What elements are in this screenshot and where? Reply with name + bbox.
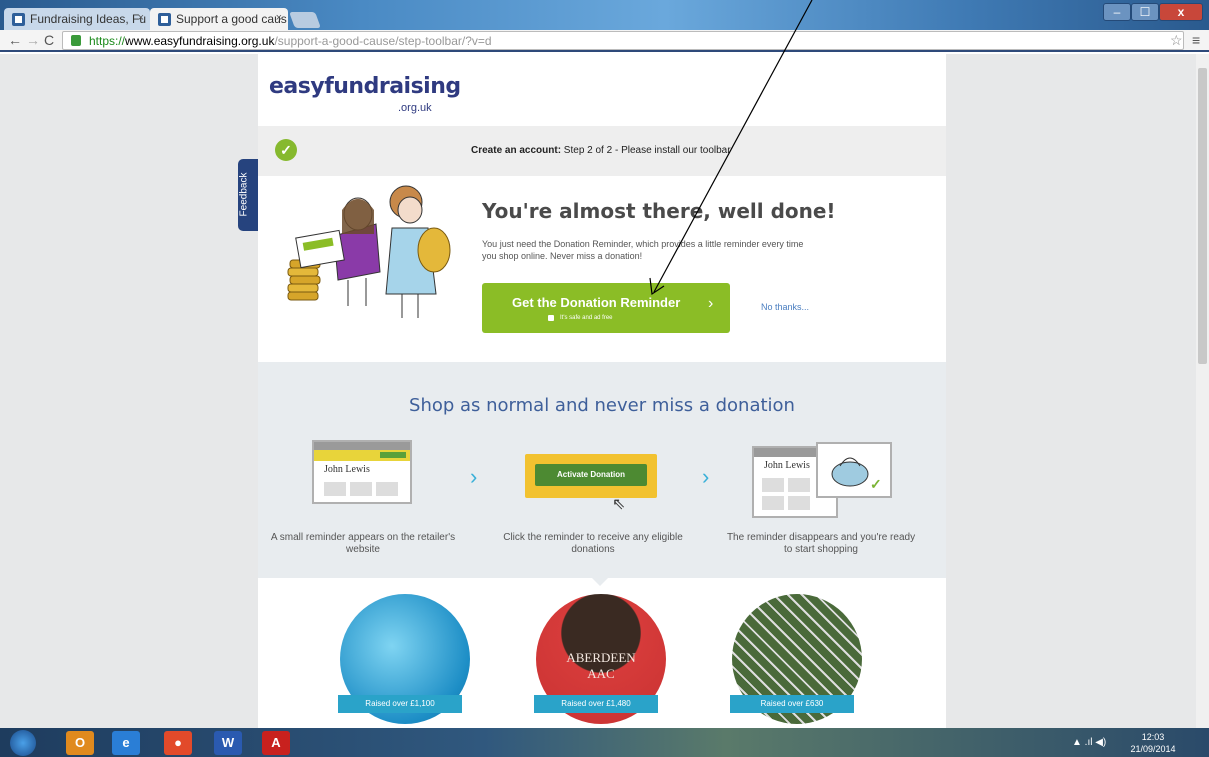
step-caption: A small reminder appears on the retailer… [270,532,456,555]
get-donation-reminder-button[interactable]: Get the Donation Reminder It's safe and … [482,283,730,333]
step-detail: Step 2 of 2 - Please install our toolbar [561,145,731,156]
step-progress-bar: ✓ Create an account: Step 2 of 2 - Pleas… [258,126,946,176]
clock-date: 21/09/2014 [1130,744,1176,754]
address-bar[interactable]: https://www.easyfundraising.org.uk/suppo… [62,31,1184,50]
outlook-icon[interactable]: O [66,731,94,755]
tab-label: Support a good caus [176,12,287,26]
check-icon: ✓ [275,139,297,161]
how-it-works-section: Shop as normal and never miss a donation… [258,362,946,578]
section-title: Shop as normal and never miss a donation [409,395,795,416]
back-arrow-icon[interactable]: ← [8,32,22,48]
retailer-name: John Lewis [764,460,810,471]
site-favicon-icon [12,13,25,26]
hero-title: You're almost there, well done! [482,199,836,223]
step-caption: Click the reminder to receive any eligib… [503,532,683,555]
url-host: www.easyfundraising.org.uk [125,34,275,48]
logo-subtext: .org.uk [398,102,432,114]
tab-label: Fundraising Ideas, Fu [30,12,147,26]
vertical-scrollbar[interactable] [1196,54,1209,728]
close-window-button[interactable]: x [1159,3,1203,21]
activate-donation-label: Activate Donation [535,464,647,486]
menu-icon[interactable]: ≡ [1192,32,1200,48]
step-text: Create an account: Step 2 of 2 - Please … [471,145,731,156]
lock-icon [548,315,554,321]
check-icon: ✓ [870,476,882,492]
tab-support-good-cause[interactable]: Support a good caus × [150,8,288,30]
internet-explorer-icon[interactable]: e [112,731,140,755]
activate-donation-mockup: Activate Donation [525,454,657,498]
browser-title-bar: Fundraising Ideas, Fu × Support a good c… [0,0,1209,30]
clock-time: 12:03 [1141,732,1165,742]
shirt-text: ABERDEEN AAC [566,650,636,681]
bookmark-star-icon[interactable]: ☆ [1170,32,1183,49]
tab-close-icon[interactable]: × [138,12,144,24]
new-tab-button[interactable] [289,12,321,28]
lock-icon [71,35,81,46]
step-caption: The reminder disappears and you're ready… [726,532,916,555]
cta-subtext: It's safe and ad free [560,315,613,321]
windows-taskbar: O e ● W A ▲ .ıl ◀) 12:03 21/09/2014 [0,728,1209,757]
raised-amount-badge: Raised over £1,480 [534,695,658,713]
chevron-right-icon: › [470,464,478,489]
page-content: easyfundraising .org.uk ✓ Create an acco… [258,54,946,728]
word-icon[interactable]: W [214,731,242,755]
tab-close-icon[interactable]: × [276,12,282,24]
forward-arrow-icon[interactable]: → [26,32,40,48]
raised-amount-badge: Raised over £1,100 [338,695,462,713]
chevron-right-icon: › [708,295,714,312]
cta-label: Get the Donation Reminder [512,295,681,310]
chevron-right-icon: › [702,464,710,489]
web-page: easyfundraising .org.uk ✓ Create an acco… [0,54,1209,728]
no-thanks-link[interactable]: No thanks... [761,302,809,312]
section-pointer [592,578,608,586]
maximize-button[interactable]: ☐ [1131,3,1159,21]
system-tray[interactable]: ▲ .ıl ◀) [1072,737,1106,748]
feedback-tab[interactable]: Feedback [238,159,258,231]
acrobat-icon[interactable]: A [262,731,290,755]
site-favicon-icon [158,13,171,26]
shopping-bag-card: ✓ [816,442,892,498]
raised-amount-badge: Raised over £630 [730,695,854,713]
retailer-name: John Lewis [324,464,370,475]
retailer-site-mockup: John Lewis [312,440,412,504]
girls-with-coins-illustration [287,185,451,318]
reload-icon[interactable]: C [44,32,54,48]
start-button[interactable] [10,730,36,756]
url-scheme: https:// [89,34,126,48]
url-path: /support-a-good-cause/step-toolbar/?v=d [274,34,492,48]
hero-description: You just need the Donation Reminder, whi… [482,239,804,261]
easyfundraising-logo[interactable]: easyfundraising [269,74,461,99]
scrollbar-thumb[interactable] [1198,68,1207,364]
minimize-button[interactable]: – [1103,3,1131,21]
browser-toolbar: ← → C https://www.easyfundraising.org.uk… [0,30,1209,52]
step-label: Create an account: [471,145,562,156]
tab-fundraising-ideas[interactable]: Fundraising Ideas, Fu × [4,8,150,30]
chrome-icon[interactable]: ● [164,731,192,755]
mouse-cursor-icon: ⇖ [612,496,626,513]
clock[interactable]: 12:03 21/09/2014 [1128,731,1178,755]
feedback-label: Feedback [238,172,250,217]
